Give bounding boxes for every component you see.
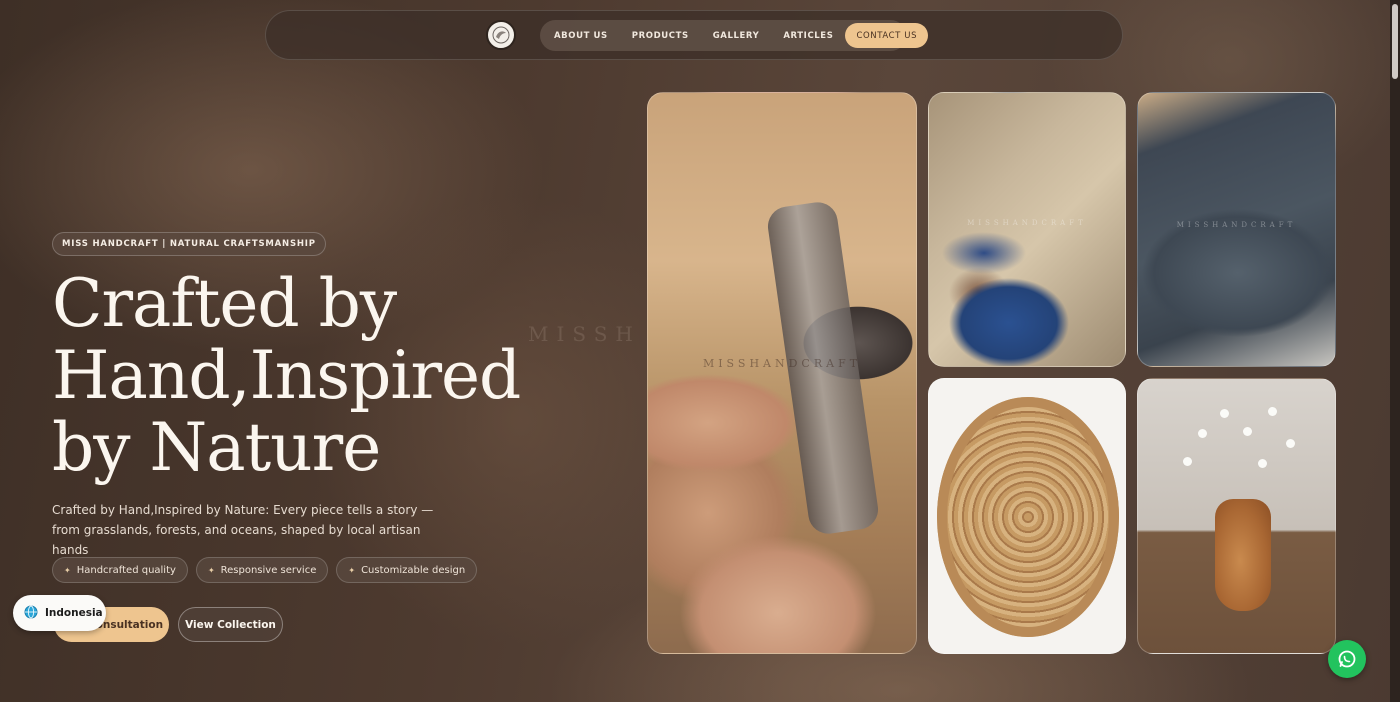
flower-shape	[1268, 407, 1277, 416]
hero-headline: Crafted by Hand,Inspired by Nature	[52, 265, 521, 486]
language-label: Indonesia	[45, 607, 103, 619]
flower-shape	[1286, 439, 1295, 448]
brand-logo-icon[interactable]	[486, 20, 516, 50]
sparkle-icon: ✦	[348, 565, 356, 575]
nav-menu: ABOUT US PRODUCTS GALLERY ARTICLES CONTA…	[540, 20, 929, 51]
gallery-image-bathtub[interactable]: MISSHANDCRAFT	[1137, 92, 1336, 367]
feature-pill: ✦ Handcrafted quality	[52, 557, 188, 583]
nav-item-products[interactable]: PRODUCTS	[620, 31, 701, 41]
feature-pill-label: Handcrafted quality	[76, 564, 176, 576]
image-watermark: MISSHANDCRAFT	[1176, 221, 1297, 229]
flower-shape	[1243, 427, 1252, 436]
gallery-image-vase[interactable]	[1137, 378, 1336, 654]
gallery-image-artisan[interactable]: MISSHANDCRAFT	[928, 92, 1126, 367]
vase-shape	[1215, 499, 1271, 611]
language-switcher[interactable]: Indonesia	[13, 595, 106, 631]
gallery-image-sewing[interactable]: MISSHANDCRAFT	[647, 92, 917, 654]
sparkle-icon: ✦	[64, 565, 71, 575]
flower-shape	[1183, 457, 1192, 466]
hero-subtitle: Crafted by Hand,Inspired by Nature: Ever…	[52, 503, 434, 557]
nav-item-articles[interactable]: ARTICLES	[771, 31, 845, 41]
nav-item-gallery[interactable]: GALLERY	[701, 31, 772, 41]
flower-shape	[1258, 459, 1267, 468]
feature-pill-label: Customizable design	[361, 564, 466, 576]
view-collection-button[interactable]: View Collection	[178, 607, 283, 642]
flower-shape	[1220, 409, 1229, 418]
scrollbar-thumb[interactable]	[1392, 4, 1398, 79]
contact-us-button[interactable]: CONTACT US	[845, 23, 929, 48]
feature-pill-label: Responsive service	[220, 564, 317, 576]
image-watermark: MISSHANDCRAFT	[702, 357, 862, 370]
nav-item-about-us[interactable]: ABOUT US	[554, 31, 620, 41]
image-watermark: MISSHANDCRAFT	[967, 219, 1087, 227]
feature-pill: ✦ Responsive service	[195, 557, 329, 583]
feature-pills: ✦ Handcrafted quality ✦ Responsive servi…	[52, 557, 478, 583]
page-scrollbar[interactable]	[1390, 0, 1400, 702]
globe-icon	[24, 605, 38, 622]
gallery-image-rug[interactable]	[928, 378, 1126, 654]
flower-shape	[1198, 429, 1207, 438]
sparkle-icon: ✦	[207, 565, 215, 575]
whatsapp-icon[interactable]	[1328, 640, 1366, 678]
feature-pill: ✦ Customizable design	[336, 557, 478, 583]
brand-badge: MISS HANDCRAFT | NATURAL CRAFTSMANSHIP	[52, 232, 326, 256]
rug-shape	[937, 397, 1119, 637]
